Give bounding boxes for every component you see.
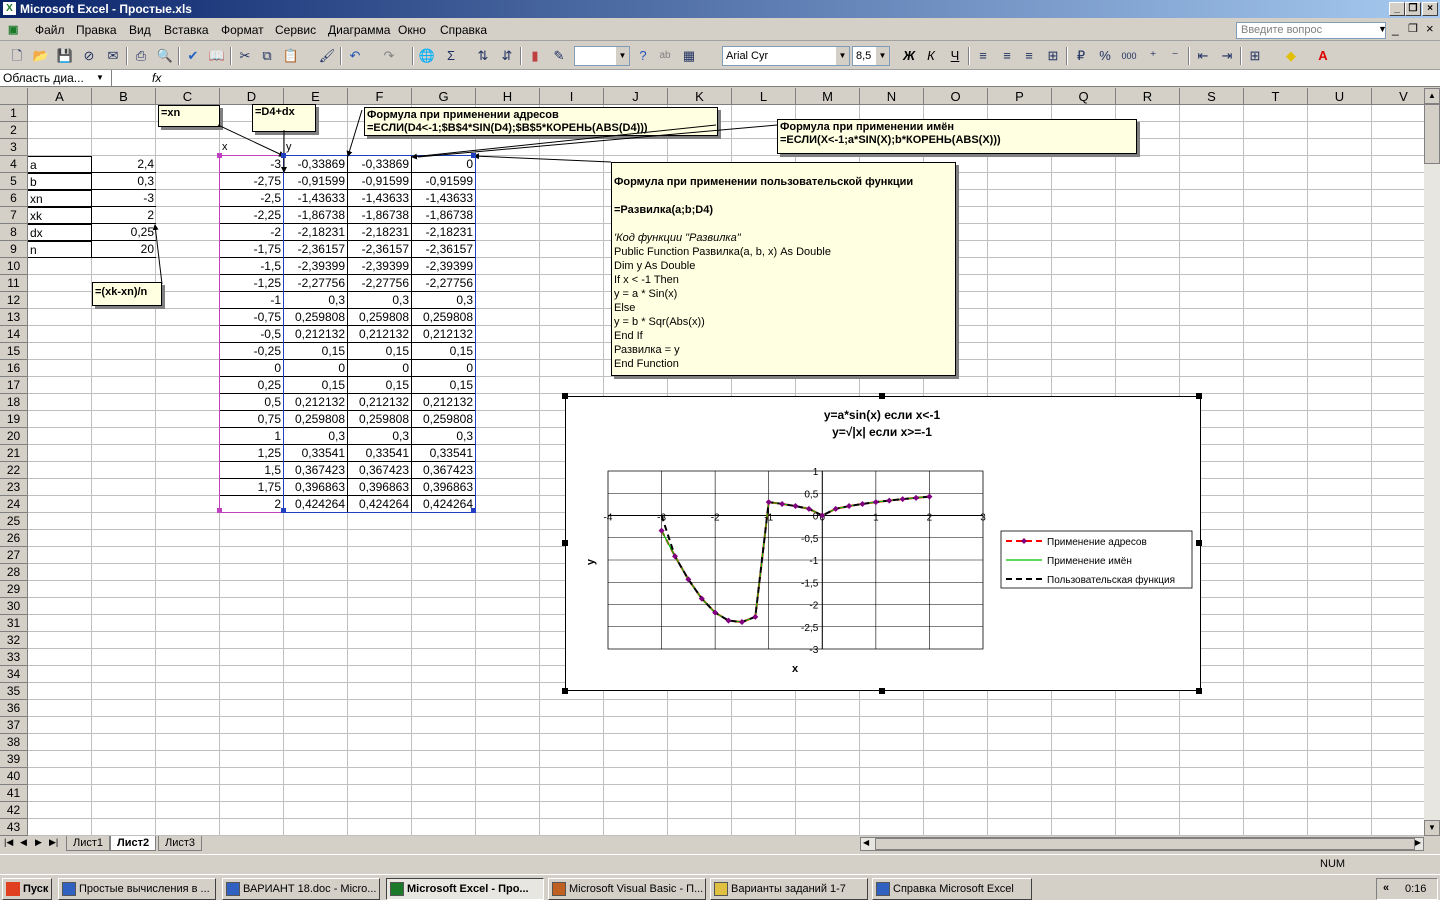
num-lock-indicator: NUM (1320, 858, 1346, 870)
x-axis-label: x (792, 663, 799, 675)
y-tick-label: -2 (809, 601, 818, 612)
x-tick-label: 2 (927, 513, 933, 524)
chart-svg: -4-3-2-1012310,50-0,5-1-1,5-2-2,5-3y=a*s… (585, 408, 1193, 675)
x-tick-label: -2 (711, 513, 720, 524)
x-tick-label: 3 (980, 513, 986, 524)
chart-title: y=a*sin(x) если x<-1 (824, 408, 941, 422)
first-sheet-icon[interactable]: |◀ (4, 837, 13, 848)
horizontal-scrollbar[interactable]: ◀ ▶ (860, 837, 1424, 851)
status-bar: NUM (0, 854, 1440, 873)
legend-label: Применение адресов (1047, 537, 1147, 548)
prev-sheet-icon[interactable]: ◀ (20, 837, 27, 848)
tab-sheet3[interactable]: Лист3 (158, 836, 203, 851)
vertical-scrollbar[interactable]: ▲ ▼ (1424, 88, 1440, 836)
chart-area[interactable]: -4-3-2-1012310,50-0,5-1-1,5-2-2,5-3y=a*s… (565, 396, 1201, 691)
legend-label: Пользовательская функция (1047, 574, 1175, 586)
start-button[interactable]: Пуск (2, 878, 52, 900)
task-excel[interactable]: Microsoft Excel - Про... (386, 878, 544, 900)
y-tick-label: -1,5 (801, 578, 819, 589)
last-sheet-icon[interactable]: ▶| (49, 837, 58, 848)
y-tick-label: 1 (813, 467, 819, 478)
sheet-tabs-bar: |◀ ◀ ▶ ▶| Лист1 Лист2 Лист3 ◀ ▶ (0, 836, 1440, 852)
clock: 0:16 (1405, 883, 1427, 895)
tab-sheet1[interactable]: Лист1 (66, 836, 111, 851)
y-tick-label: -1 (809, 556, 818, 567)
task-help[interactable]: Справка Microsoft Excel (872, 878, 1032, 900)
x-tick-label: -4 (604, 513, 613, 524)
y-tick-label: -2,5 (801, 623, 819, 634)
system-tray: « 0:16 (1376, 878, 1438, 900)
task-word-1[interactable]: Простые вычисления в ... (58, 878, 216, 900)
y-axis-label: y (585, 558, 597, 565)
taskbar: Пуск Простые вычисления в ... ВАРИАНТ 18… (0, 874, 1440, 900)
next-sheet-icon[interactable]: ▶ (35, 837, 42, 848)
y-tick-label: -0,5 (801, 534, 819, 545)
tray-expand-icon[interactable]: « (1383, 882, 1389, 894)
tab-sheet2[interactable]: Лист2 (110, 836, 157, 851)
task-folder[interactable]: Варианты заданий 1-7 (710, 878, 868, 900)
task-vba[interactable]: Microsoft Visual Basic - П... (548, 878, 706, 900)
legend-label: Применение имён (1047, 556, 1132, 567)
y-tick-label: -3 (809, 645, 818, 656)
x-tick-label: 1 (873, 513, 879, 524)
task-word-2[interactable]: ВАРИАНТ 18.doc - Micro... (222, 878, 380, 900)
chart-title: y=√|x| если x>=-1 (832, 425, 932, 439)
y-tick-label: 0,5 (804, 489, 818, 500)
